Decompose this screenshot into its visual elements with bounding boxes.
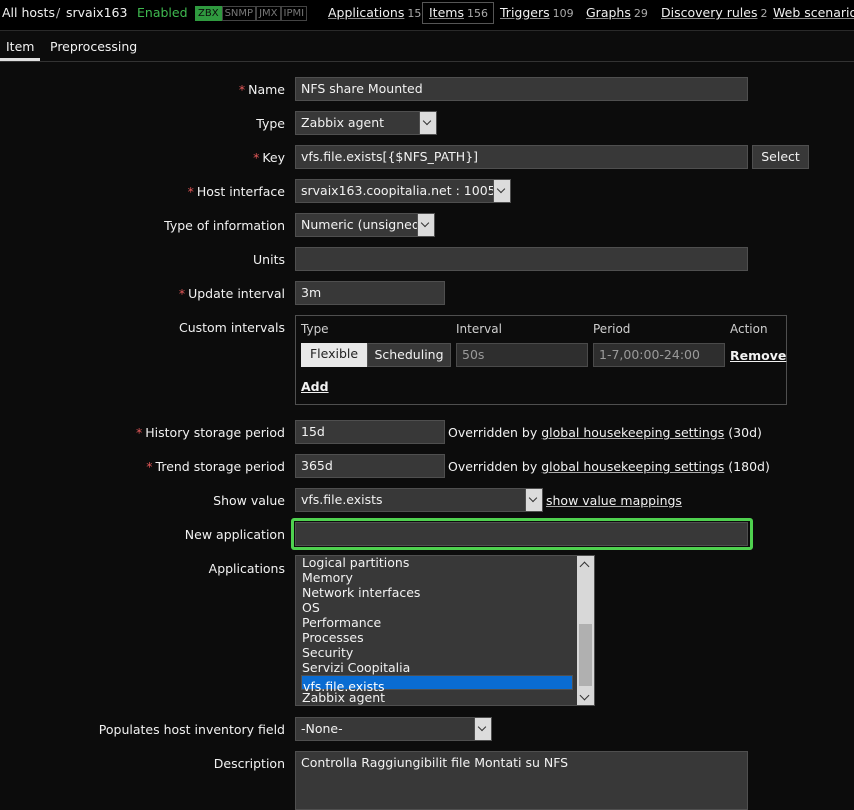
chevron-down-icon	[493, 180, 510, 202]
list-item[interactable]: Zabbix agent	[301, 690, 573, 705]
name-label: * Name	[238, 82, 285, 97]
units-label: Units	[253, 252, 285, 267]
show-value-mappings-link[interactable]: show value mappings	[546, 493, 682, 508]
inventory-select[interactable]: -None-	[295, 717, 492, 741]
type-of-information-select[interactable]: Numeric (unsigned)	[295, 213, 435, 237]
flexible-toggle[interactable]: Flexible	[301, 343, 367, 367]
show-value-select[interactable]: vfs.file.exists	[295, 488, 543, 512]
web-scenarios-link[interactable]: Web scenarios	[773, 5, 854, 20]
inventory-label: Populates host inventory field	[98, 722, 285, 737]
chevron-down-icon[interactable]	[579, 690, 590, 701]
badge-ipmi: IPMI	[280, 6, 308, 21]
badge-snmp: SNMP	[221, 6, 257, 21]
list-item[interactable]: Performance	[301, 615, 573, 630]
name-input[interactable]: NFS share Mounted	[295, 77, 748, 101]
chevron-down-icon	[419, 112, 436, 134]
tab-preprocessing[interactable]: Preprocessing	[50, 39, 137, 54]
remove-interval-link[interactable]: Remove	[730, 348, 786, 363]
list-item[interactable]: Memory	[301, 570, 573, 585]
custom-intervals-label: Custom intervals	[178, 320, 285, 335]
show-value-label: Show value	[213, 493, 285, 508]
tab-item-label[interactable]: Item	[6, 39, 34, 54]
applications-label: Applications	[208, 561, 285, 576]
add-interval-link[interactable]: Add	[301, 379, 329, 394]
select-key-button[interactable]: Select	[752, 145, 809, 169]
host-status[interactable]: Enabled	[137, 5, 188, 20]
applications-scrollbar[interactable]	[577, 556, 594, 705]
badge-jmx: JMX	[256, 6, 281, 21]
housekeeping-link[interactable]: global housekeeping settings	[541, 425, 724, 440]
units-input[interactable]	[295, 247, 748, 271]
chevron-down-icon	[525, 489, 542, 511]
applications-listbox[interactable]: Logical partitions Memory Network interf…	[295, 555, 595, 706]
list-item[interactable]: OS	[301, 600, 573, 615]
key-input[interactable]: vfs.file.exists[{$NFS_PATH}]	[295, 145, 748, 169]
all-hosts-link[interactable]: All hosts	[2, 5, 55, 20]
host-interface-label: * Host interface	[187, 184, 285, 199]
new-application-label: New application	[184, 527, 285, 542]
history-input[interactable]: 15d	[295, 420, 445, 444]
ci-header-period: Period	[593, 322, 631, 336]
ci-header-type: Type	[301, 322, 329, 336]
list-item[interactable]: Network interfaces	[301, 585, 573, 600]
chevron-down-icon	[417, 214, 434, 236]
update-interval-input[interactable]: 3m	[295, 281, 445, 305]
key-label: * Key	[253, 150, 285, 165]
discovery-rules-link[interactable]: Discovery rules 2	[661, 5, 767, 20]
list-item[interactable]: Processes	[301, 630, 573, 645]
ci-header-interval: Interval	[456, 322, 502, 336]
chevron-up-icon[interactable]	[579, 561, 590, 572]
graphs-link[interactable]: Graphs 29	[586, 5, 648, 20]
history-label: * History storage period	[136, 425, 285, 440]
ci-header-action: Action	[730, 322, 768, 336]
breadcrumb-separator: /	[56, 5, 61, 20]
history-override-note: Overridden by global housekeeping settin…	[448, 425, 762, 440]
new-application-input[interactable]	[295, 522, 748, 546]
host-link[interactable]: srvaix163	[66, 5, 127, 20]
items-link[interactable]: Items 156	[422, 2, 494, 24]
description-textarea[interactable]: Controlla Raggiungibilit file Montati su…	[295, 751, 748, 810]
chevron-down-icon	[474, 718, 491, 740]
trend-override-note: Overridden by global housekeeping settin…	[448, 459, 770, 474]
badge-zbx: ZBX	[195, 6, 222, 21]
description-label: Description	[213, 756, 285, 771]
host-interface-select[interactable]: srvaix163.coopitalia.net : 10050	[295, 179, 511, 203]
trend-label: * Trend storage period	[146, 459, 285, 474]
availability-badges: ZBX SNMP JMX IPMI	[195, 6, 308, 21]
list-item-selected[interactable]: vfs.file.exists	[301, 675, 573, 694]
list-item[interactable]: Servizi Coopitalia	[301, 660, 573, 675]
period-input[interactable]: 1-7,00:00-24:00	[593, 343, 725, 367]
list-item[interactable]: Logical partitions	[301, 556, 573, 570]
list-item[interactable]: Security	[301, 645, 573, 660]
scheduling-toggle[interactable]: Scheduling	[367, 343, 451, 367]
scrollbar-thumb[interactable]	[579, 624, 592, 686]
housekeeping-link[interactable]: global housekeeping settings	[541, 459, 724, 474]
applications-link[interactable]: Applications 15	[328, 5, 421, 20]
interval-input[interactable]: 50s	[456, 343, 588, 367]
triggers-link[interactable]: Triggers 109	[500, 5, 574, 20]
update-interval-label: * Update interval	[178, 286, 285, 301]
type-select[interactable]: Zabbix agent	[295, 111, 437, 135]
type-of-information-label: Type of information	[164, 218, 285, 233]
trend-input[interactable]: 365d	[295, 454, 445, 478]
type-label: Type	[256, 116, 285, 131]
